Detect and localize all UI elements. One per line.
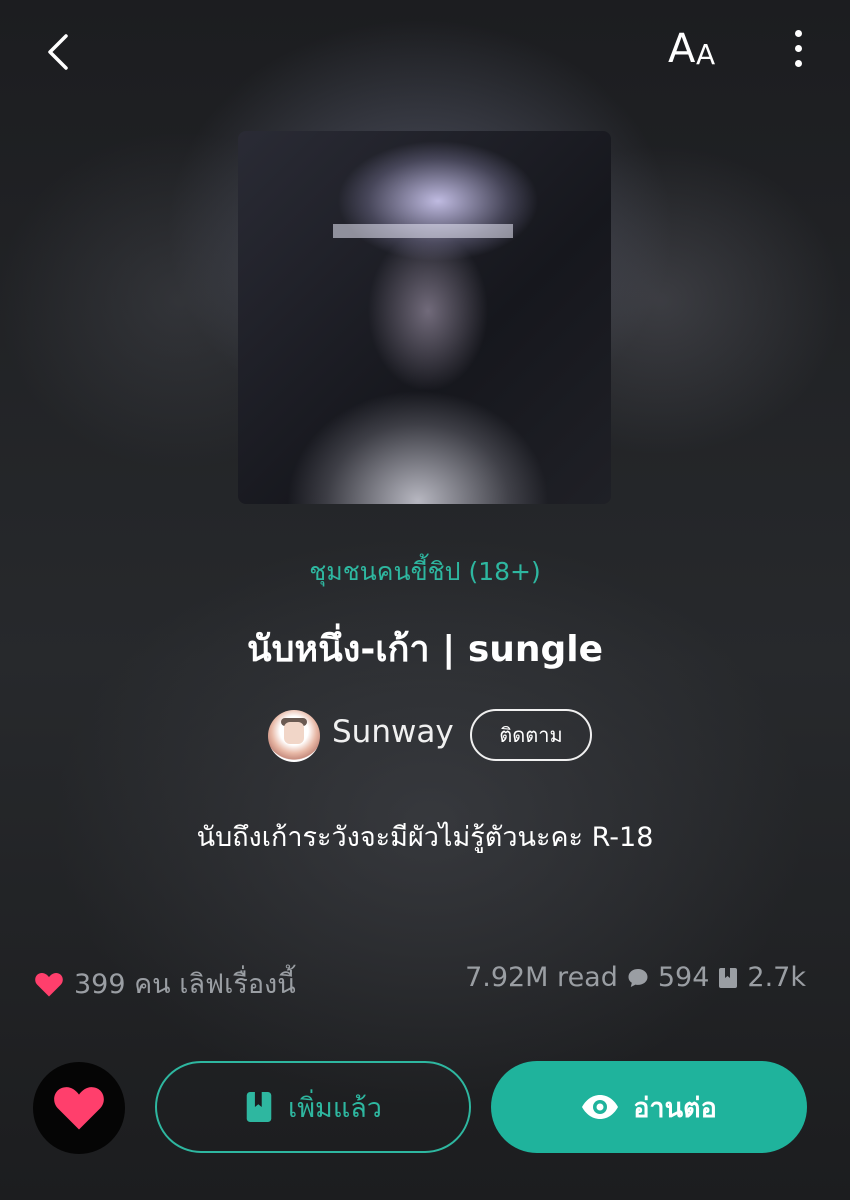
- author-avatar[interactable]: [268, 710, 320, 762]
- cover-highlight-band: [333, 224, 513, 238]
- bookmark-book-icon: [246, 1092, 272, 1122]
- more-options-button[interactable]: [786, 30, 810, 74]
- heart-icon: [54, 1087, 104, 1130]
- likes-stat: 399 คน เลิฟเรื่องนี้: [34, 962, 296, 1005]
- eye-icon: [582, 1095, 619, 1119]
- comment-icon: [628, 968, 648, 987]
- author-name[interactable]: Sunway: [332, 714, 454, 750]
- added-label: เพิ่มแล้ว: [288, 1092, 382, 1124]
- author-row: Sunway ติดตาม: [0, 708, 850, 764]
- reads-count: 7.92M read: [465, 962, 618, 993]
- read-label: อ่านต่อ: [633, 1092, 717, 1124]
- comments-count: 594: [657, 962, 710, 993]
- bookmark-book-icon: [719, 967, 738, 988]
- follow-button[interactable]: ติดตาม: [470, 709, 592, 761]
- top-bar: A A: [0, 0, 850, 100]
- back-button[interactable]: [40, 28, 80, 76]
- story-title: นับหนึ่ง-เก้า | sungle: [246, 629, 604, 670]
- font-size-button[interactable]: A A: [664, 26, 728, 76]
- like-button[interactable]: [33, 1062, 125, 1154]
- font-size-big-letter: A: [668, 26, 696, 72]
- added-to-library-button[interactable]: เพิ่มแล้ว: [155, 1061, 471, 1153]
- story-cover-image: [238, 131, 611, 504]
- heart-icon: [35, 972, 63, 996]
- story-stats: 7.92M read 594 2.7k: [465, 962, 806, 993]
- more-vertical-icon: [786, 30, 810, 67]
- continue-reading-button[interactable]: อ่านต่อ: [491, 1061, 807, 1153]
- font-size-small-letter: A: [696, 38, 716, 71]
- chevron-left-icon: [48, 34, 68, 70]
- community-label[interactable]: ชุมชนคนขี้ชิป (18+): [0, 552, 850, 592]
- bookmarks-count: 2.7k: [747, 962, 806, 993]
- story-description: นับถึงเก้าระวังจะมีผัวไม่รู้ตัวนะคะ R-18: [196, 822, 654, 853]
- likes-count: 399 คน เลิฟเรื่องนี้: [74, 969, 296, 1000]
